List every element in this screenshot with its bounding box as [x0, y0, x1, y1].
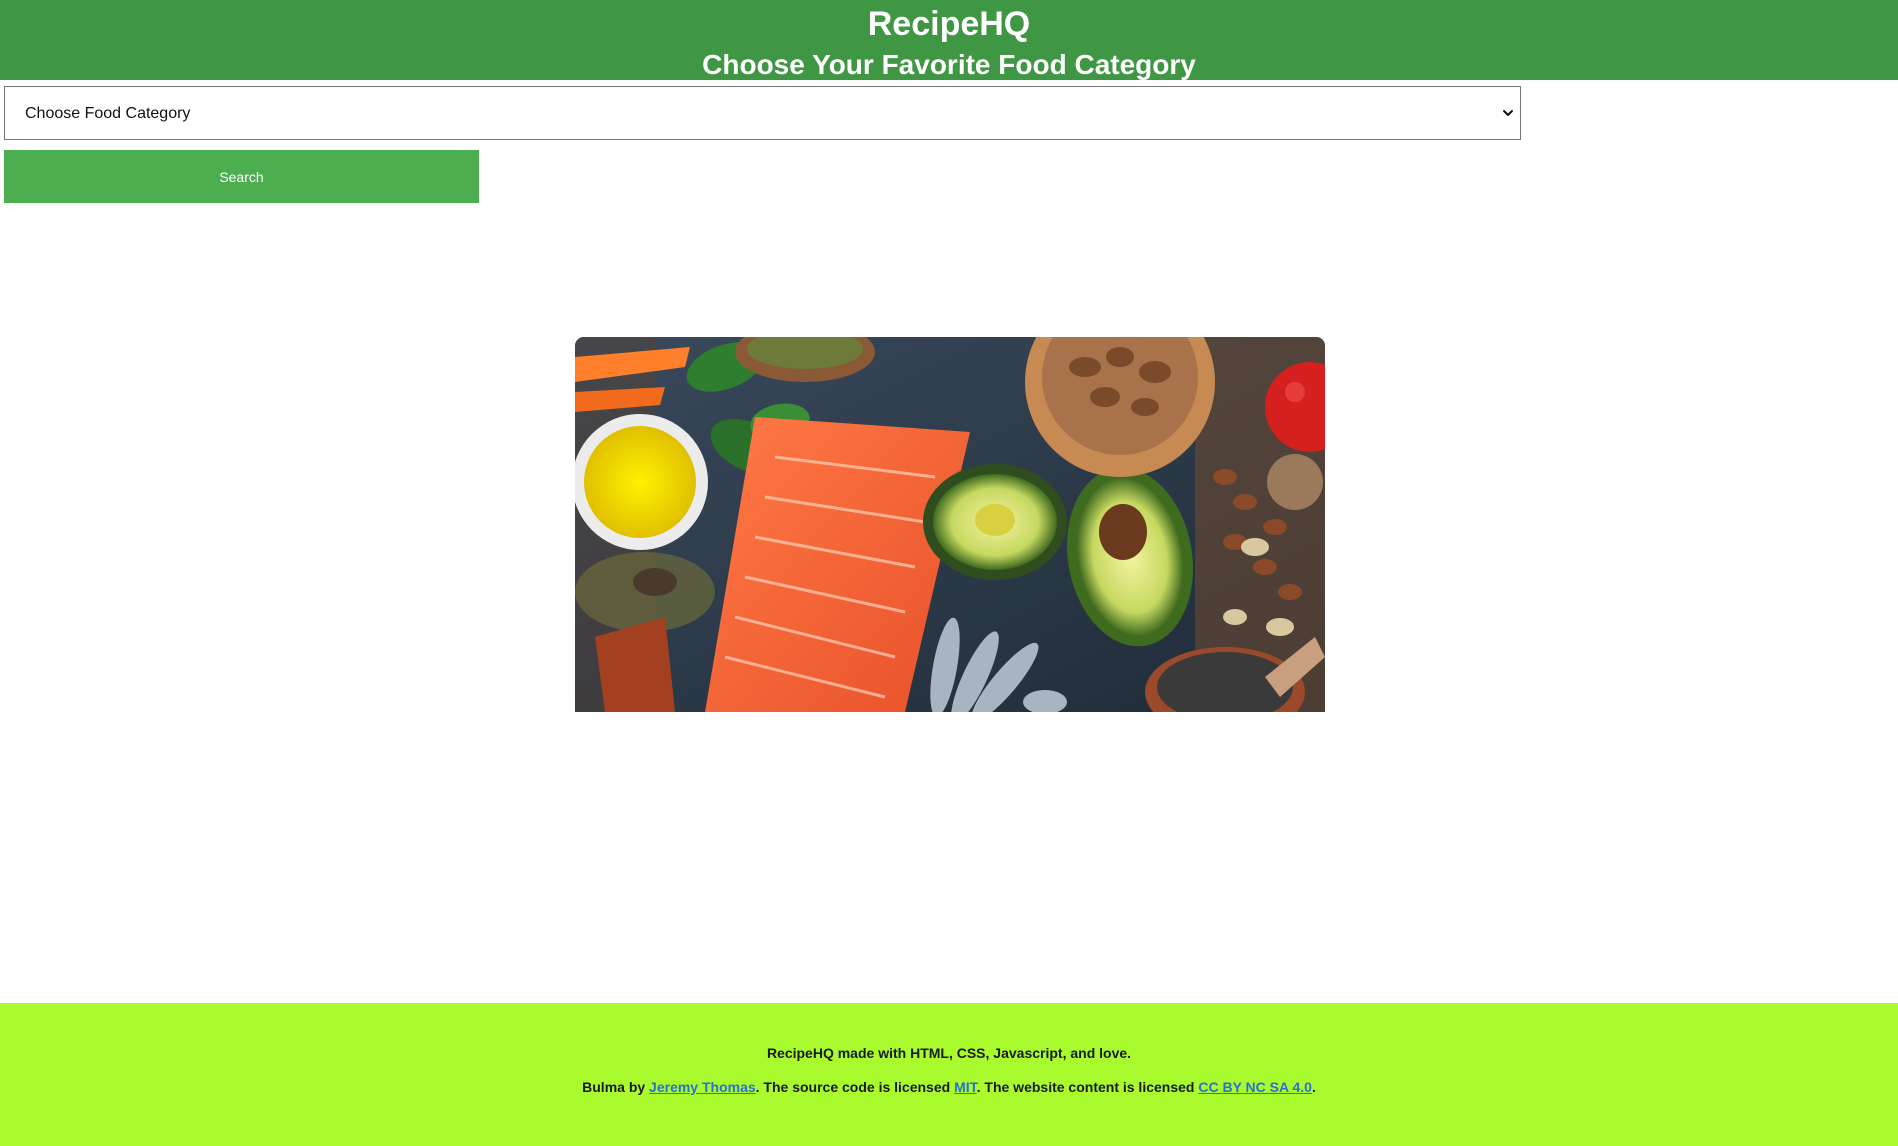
mit-license-link[interactable]: MIT: [954, 1079, 977, 1095]
search-button[interactable]: Search: [4, 150, 479, 203]
food-category-select-value: Choose Food Category: [25, 105, 191, 122]
cc-license-link[interactable]: CC BY NC SA 4.0: [1198, 1079, 1312, 1095]
footer-license-suffix: .: [1311, 1079, 1316, 1095]
food-illustration: [575, 337, 1325, 712]
page-subtitle: Choose Your Favorite Food Category: [702, 49, 1196, 80]
footer-license-mid1: . The source code is licensed: [755, 1079, 955, 1095]
author-link[interactable]: Jeremy Thomas: [649, 1079, 756, 1095]
footer-credits: RecipeHQ made with HTML, CSS, Javascript…: [766, 1045, 1132, 1061]
site-title: RecipeHQ: [867, 5, 1031, 43]
footer-license-prefix: Bulma by: [582, 1079, 650, 1095]
chevron-down-icon: [1503, 110, 1513, 116]
page-header: RecipeHQ Choose Your Favorite Food Categ…: [0, 0, 1898, 80]
footer-license-mid2: . The website content is licensed: [976, 1079, 1199, 1095]
page-footer: RecipeHQ made with HTML, CSS, Javascript…: [0, 1003, 1898, 1146]
footer-license: Bulma by Jeremy Thomas. The source code …: [0, 1079, 1898, 1095]
hero-food-image: [575, 337, 1325, 712]
food-category-select[interactable]: Choose Food Category: [4, 86, 1521, 140]
